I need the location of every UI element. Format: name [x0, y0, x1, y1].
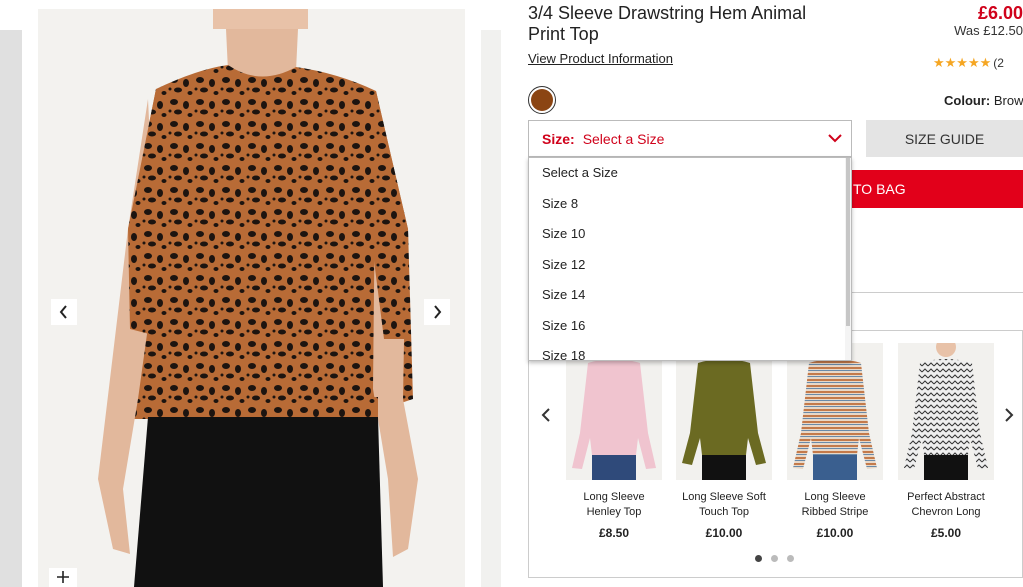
product-card-price: £8.50 — [598, 526, 630, 540]
size-option[interactable]: Size 16 — [529, 311, 851, 342]
carousel-next-icon[interactable] — [1003, 407, 1015, 423]
product-card[interactable]: Long Sleeve Soft Touch Top £10.00 — [676, 343, 772, 540]
was-price: Was £12.50 — [954, 23, 1023, 38]
product-card-image[interactable] — [898, 343, 994, 480]
colour-label: Colour: Brown — [944, 93, 1023, 108]
product-card[interactable]: Long Sleeve Henley Top £8.50 — [566, 343, 662, 540]
product-card-price: £10.00 — [816, 526, 854, 540]
colour-label-text: Colour: — [944, 93, 991, 108]
colour-value: Brown — [993, 93, 1023, 108]
rating[interactable]: ★★★★★ (2 — [933, 55, 1004, 71]
product-card-name[interactable]: Long Sleeve Ribbed Stripe — [787, 490, 883, 520]
view-product-information-link[interactable]: View Product Information — [528, 51, 673, 66]
star-rating-icon: ★★★★★ — [933, 55, 992, 70]
rating-count: (2 — [993, 56, 1004, 70]
zoom-button[interactable] — [49, 568, 77, 587]
prev-image-button[interactable] — [51, 299, 77, 325]
size-option[interactable]: Size 12 — [529, 250, 851, 281]
colour-swatch-brown[interactable] — [528, 86, 556, 114]
product-card-name[interactable]: Long Sleeve Henley Top — [566, 490, 662, 520]
current-price: £6.00 — [977, 3, 1023, 23]
chevron-right-icon — [434, 305, 442, 319]
size-option[interactable]: Size 18 — [529, 341, 851, 360]
recommendations-carousel: Long Sleeve Henley Top £8.50 Long Sleeve… — [528, 330, 1023, 578]
swatch-fill — [531, 89, 553, 111]
dropdown-scroll-thumb[interactable] — [846, 158, 850, 326]
product-card-price: £5.00 — [930, 526, 962, 540]
size-guide-button[interactable]: SIZE GUIDE — [866, 120, 1023, 157]
size-option[interactable]: Size 14 — [529, 280, 851, 311]
carousel-pagination — [755, 555, 794, 562]
product-card[interactable]: Long Sleeve Ribbed Stripe £10.00 — [787, 343, 883, 540]
size-option[interactable]: Size 8 — [529, 189, 851, 220]
size-dropdown-list[interactable]: Select a Size Size 8 Size 10 Size 12 Siz… — [528, 157, 852, 361]
size-select[interactable]: Size: Select a Size — [528, 120, 852, 157]
product-card-image[interactable] — [787, 343, 883, 480]
carousel-prev-icon[interactable] — [540, 407, 552, 423]
plus-icon — [57, 571, 69, 583]
product-card[interactable]: Perfect Abstract Chevron Long £5.00 — [898, 343, 994, 540]
size-option[interactable]: Select a Size — [529, 158, 851, 189]
product-image — [38, 9, 465, 587]
carousel-dot[interactable] — [755, 555, 762, 562]
carousel-dot[interactable] — [787, 555, 794, 562]
size-select-label: Size: — [542, 130, 575, 147]
chevron-left-icon — [59, 305, 67, 319]
product-page: 3/4 Sleeve Drawstring Hem Animal Print T… — [0, 0, 1023, 587]
chevron-down-icon — [828, 134, 842, 143]
product-card-price: £10.00 — [705, 526, 743, 540]
divider — [850, 292, 1023, 293]
product-card-name[interactable]: Perfect Abstract Chevron Long — [898, 490, 994, 520]
product-title: 3/4 Sleeve Drawstring Hem Animal Print T… — [528, 3, 807, 44]
dropdown-scrollbar[interactable] — [845, 158, 851, 360]
carousel-dot[interactable] — [771, 555, 778, 562]
next-image-strip[interactable] — [481, 30, 501, 587]
size-option[interactable]: Size 10 — [529, 219, 851, 250]
size-select-value: Select a Size — [582, 130, 665, 147]
previous-image-strip[interactable] — [0, 30, 22, 587]
product-card-image[interactable] — [566, 343, 662, 480]
product-photo — [98, 9, 418, 587]
product-card-image[interactable] — [676, 343, 772, 480]
product-card-name[interactable]: Long Sleeve Soft Touch Top — [676, 490, 772, 520]
next-image-button[interactable] — [424, 299, 450, 325]
